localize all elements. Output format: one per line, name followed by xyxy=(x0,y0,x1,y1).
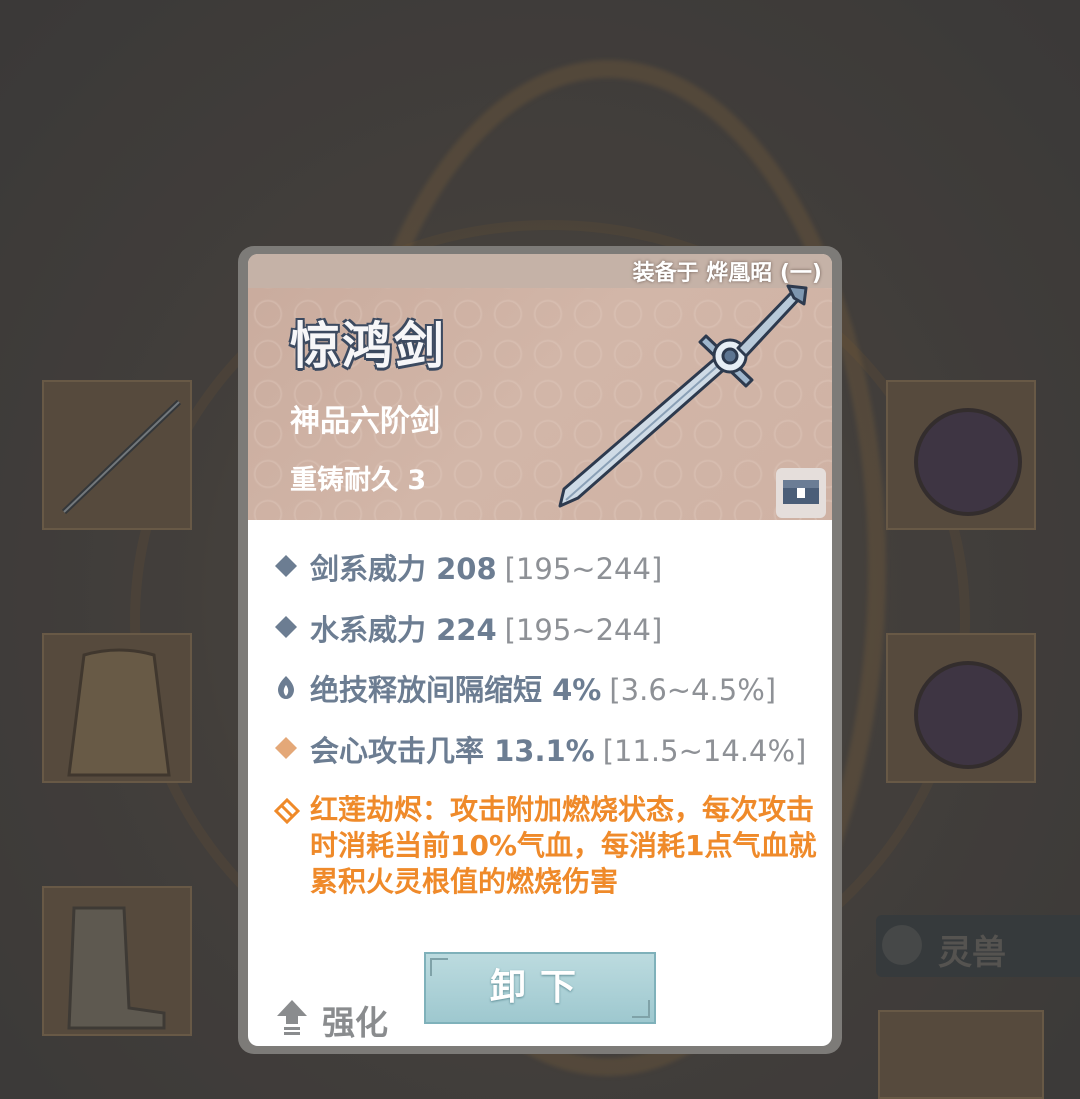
sword-icon xyxy=(558,284,808,508)
unequip-label: 卸下 xyxy=(489,967,590,1008)
diamond-icon xyxy=(275,555,297,577)
diamond-icon xyxy=(275,737,297,759)
enhance-label: 强化 xyxy=(322,1003,388,1042)
item-grade: 神品六阶剑 xyxy=(290,404,440,439)
diamond-icon xyxy=(275,616,297,638)
unequip-button[interactable]: 卸下 xyxy=(424,952,656,1024)
upgrade-arrow-icon xyxy=(277,1000,307,1035)
stat-label: 水系威力 224 xyxy=(310,613,497,647)
lock-chest-icon xyxy=(783,480,819,504)
stat-label: 剑系威力 208 xyxy=(310,552,497,586)
skill-description: 红莲劫烬：攻击附加燃烧状态，每次攻击时消耗当前10%气血，每消耗1点气血就累积火… xyxy=(310,793,817,898)
item-name: 惊鸿剑 xyxy=(290,316,446,375)
flame-icon xyxy=(278,676,294,699)
lock-button[interactable] xyxy=(776,468,826,518)
stat-range: [195~244] xyxy=(504,613,663,647)
stat-range: [11.5~14.4%] xyxy=(602,734,807,768)
item-durability: 重铸耐久 3 xyxy=(290,465,427,496)
equipped-strip: 装备于 烨凰昭 (一) xyxy=(248,254,832,288)
stat-label: 绝技释放间隔缩短 4% xyxy=(310,673,602,707)
dialog-content: 装备于 烨凰昭 (一) 惊鸿剑 神品六阶剑 重铸耐久 3 剑系威力 208 [1… xyxy=(248,254,832,1046)
corner-ornament xyxy=(632,1000,650,1018)
stat-label: 会心攻击几率 13.1% xyxy=(310,734,595,768)
item-banner: 装备于 烨凰昭 (一) 惊鸿剑 神品六阶剑 重铸耐久 3 xyxy=(248,254,832,520)
stat-range: [3.6~4.5%] xyxy=(609,673,777,707)
stat-range: [195~244] xyxy=(504,552,663,586)
item-detail-dialog: 装备于 烨凰昭 (一) 惊鸿剑 神品六阶剑 重铸耐久 3 剑系威力 208 [1… xyxy=(238,246,842,1054)
skill-knot-icon xyxy=(274,798,300,824)
equipped-to-label: 装备于 烨凰昭 (一) xyxy=(632,261,822,286)
corner-ornament xyxy=(430,958,448,976)
